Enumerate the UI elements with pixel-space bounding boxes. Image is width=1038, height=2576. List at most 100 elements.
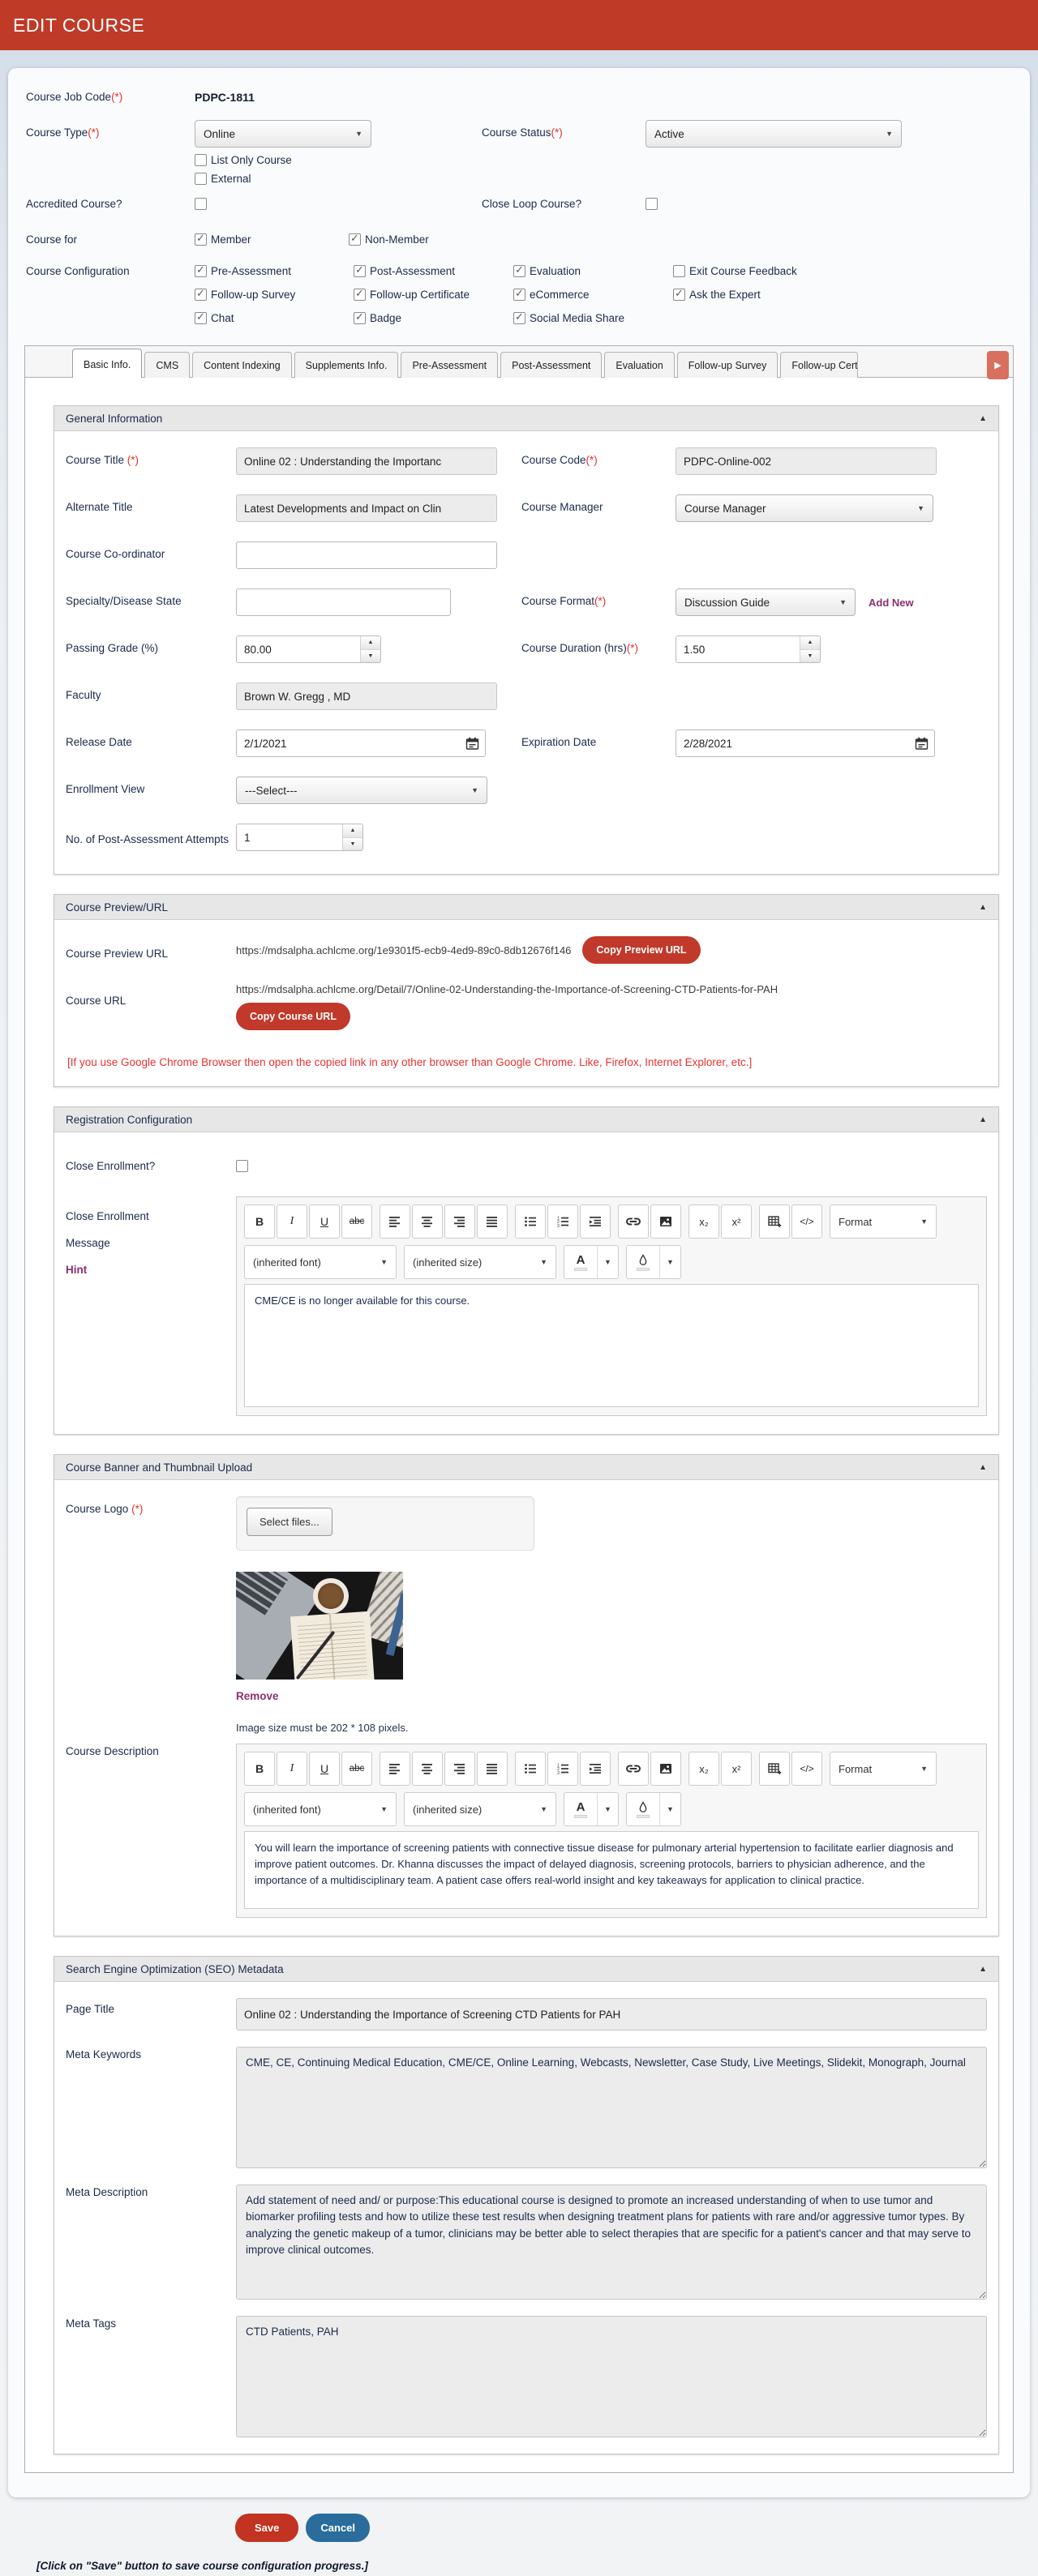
subscript-button[interactable]: x₂ <box>688 1205 719 1239</box>
remove-logo-link[interactable]: Remove <box>236 1690 279 1702</box>
spin-down-button[interactable]: ▼ <box>343 838 362 851</box>
tab-followup-survey[interactable]: Follow-up Survey <box>677 352 778 378</box>
bullet-list-button[interactable] <box>515 1752 546 1786</box>
meta-keywords-textarea[interactable]: CME, CE, Continuing Medical Education, C… <box>236 2047 987 2168</box>
calendar-icon[interactable] <box>459 730 485 756</box>
insert-table-button[interactable] <box>759 1205 790 1239</box>
non-member-checkbox[interactable] <box>349 233 361 246</box>
bullet-list-button[interactable] <box>515 1205 546 1239</box>
source-code-button[interactable]: </> <box>791 1205 822 1239</box>
course-type-select[interactable]: Online ▼ <box>195 120 371 148</box>
registration-configuration-header[interactable]: Registration Configuration ▲ <box>54 1107 998 1132</box>
course-banner-header[interactable]: Course Banner and Thumbnail Upload ▲ <box>54 1455 998 1480</box>
seo-metadata-header[interactable]: Search Engine Optimization (SEO) Metadat… <box>54 1957 998 1982</box>
config-option[interactable]: Ask the Expert <box>673 289 797 301</box>
collapse-icon[interactable]: ▲ <box>979 1115 987 1124</box>
ecommerce-checkbox[interactable] <box>513 289 525 301</box>
collapse-icon[interactable]: ▲ <box>979 414 987 423</box>
font-size-select[interactable]: (inherited size)▼ <box>404 1245 556 1279</box>
config-option[interactable]: Pre-Assessment <box>195 265 354 277</box>
post-assessment-checkbox[interactable] <box>354 265 366 277</box>
config-option[interactable]: Follow-up Survey <box>195 289 354 301</box>
tab-pre-assessment[interactable]: Pre-Assessment <box>401 352 498 378</box>
select-files-button[interactable]: Select files... <box>247 1508 332 1536</box>
passing-grade-input[interactable] <box>237 636 360 662</box>
tab-cms[interactable]: CMS <box>144 352 190 378</box>
format-select[interactable]: Format▼ <box>830 1205 937 1239</box>
align-justify-button[interactable] <box>477 1205 508 1239</box>
hint-link[interactable]: Hint <box>66 1264 87 1276</box>
course-format-select[interactable]: Discussion Guide ▼ <box>676 588 856 616</box>
spin-up-button[interactable]: ▲ <box>343 824 362 838</box>
indent-button[interactable] <box>580 1752 611 1786</box>
font-color-button[interactable]: A <box>564 1793 597 1825</box>
accredited-checkbox[interactable] <box>195 198 207 210</box>
pre-assessment-checkbox[interactable] <box>195 265 207 277</box>
font-family-select[interactable]: (inherited font)▼ <box>244 1245 397 1279</box>
tab-scroll-right-button[interactable]: ▶ <box>987 351 1009 379</box>
spin-up-button[interactable]: ▲ <box>800 636 820 650</box>
save-button[interactable]: Save <box>235 2514 298 2542</box>
spin-up-button[interactable]: ▲ <box>361 636 380 650</box>
specialty-input[interactable] <box>236 588 451 616</box>
font-size-select[interactable]: (inherited size)▼ <box>404 1792 556 1826</box>
background-color-caret[interactable]: ▼ <box>659 1793 680 1825</box>
course-duration-input[interactable] <box>676 636 800 662</box>
tab-supplements-info[interactable]: Supplements Info. <box>294 352 399 378</box>
italic-button[interactable]: I <box>277 1205 307 1239</box>
non-member-option[interactable]: Non-Member <box>349 233 429 246</box>
format-select[interactable]: Format▼ <box>830 1752 937 1786</box>
add-new-format-link[interactable]: Add New <box>869 588 914 616</box>
insert-table-button[interactable] <box>759 1752 790 1786</box>
badge-checkbox[interactable] <box>354 312 366 324</box>
italic-button[interactable]: I <box>277 1752 307 1786</box>
subscript-button[interactable]: x₂ <box>688 1752 719 1786</box>
meta-tags-textarea[interactable]: CTD Patients, PAH <box>236 2316 987 2437</box>
align-right-button[interactable] <box>444 1205 475 1239</box>
align-center-button[interactable] <box>412 1205 443 1239</box>
list-only-checkbox[interactable] <box>195 154 207 166</box>
tab-content-indexing[interactable]: Content Indexing <box>192 352 292 378</box>
numbered-list-button[interactable]: 123 <box>547 1205 578 1239</box>
config-option[interactable]: Chat <box>195 312 354 324</box>
strikethrough-button[interactable]: abc <box>341 1205 372 1239</box>
spin-down-button[interactable]: ▼ <box>800 650 820 663</box>
config-option[interactable]: eCommerce <box>513 289 673 301</box>
strikethrough-button[interactable]: abc <box>341 1752 372 1786</box>
config-option[interactable]: Exit Course Feedback <box>673 265 797 277</box>
tab-post-assessment[interactable]: Post-Assessment <box>500 352 602 378</box>
general-information-header[interactable]: General Information ▲ <box>54 406 998 431</box>
tab-basic-info[interactable]: Basic Info. <box>72 349 142 378</box>
bold-button[interactable]: B <box>244 1752 275 1786</box>
config-option[interactable]: Evaluation <box>513 265 673 277</box>
external-checkbox[interactable] <box>195 173 207 185</box>
release-date-input[interactable] <box>237 731 459 755</box>
logo-upload-dropzone[interactable]: Select files... <box>236 1496 534 1551</box>
numbered-list-button[interactable]: 123 <box>547 1752 578 1786</box>
font-color-button[interactable]: A <box>564 1246 597 1278</box>
enrollment-view-select[interactable]: ---Select--- ▼ <box>236 777 487 804</box>
font-color-caret[interactable]: ▼ <box>597 1246 618 1278</box>
indent-button[interactable] <box>580 1205 611 1239</box>
meta-description-textarea[interactable]: Add statement of need and/ or purpose:Th… <box>236 2184 987 2300</box>
course-manager-select[interactable]: Course Manager ▼ <box>676 494 933 522</box>
align-left-button[interactable] <box>380 1205 410 1239</box>
source-code-button[interactable]: </> <box>791 1752 822 1786</box>
spin-down-button[interactable]: ▼ <box>361 650 380 663</box>
background-color-button[interactable] <box>627 1793 659 1825</box>
align-center-button[interactable] <box>412 1752 443 1786</box>
attempts-input[interactable] <box>237 824 342 850</box>
align-right-button[interactable] <box>444 1752 475 1786</box>
copy-course-url-button[interactable]: Copy Course URL <box>236 1003 350 1030</box>
evaluation-checkbox[interactable] <box>513 265 525 277</box>
member-checkbox[interactable] <box>195 233 207 246</box>
background-color-button[interactable] <box>627 1246 659 1278</box>
config-option[interactable]: Social Media Share <box>513 312 673 324</box>
course-preview-url-header[interactable]: Course Preview/URL ▲ <box>54 895 998 920</box>
expiration-date-input[interactable] <box>676 731 908 755</box>
font-family-select[interactable]: (inherited font)▼ <box>244 1792 397 1826</box>
followup-survey-checkbox[interactable] <box>195 289 207 301</box>
bold-button[interactable]: B <box>244 1205 275 1239</box>
link-button[interactable] <box>618 1205 649 1239</box>
ask-expert-checkbox[interactable] <box>673 289 685 301</box>
